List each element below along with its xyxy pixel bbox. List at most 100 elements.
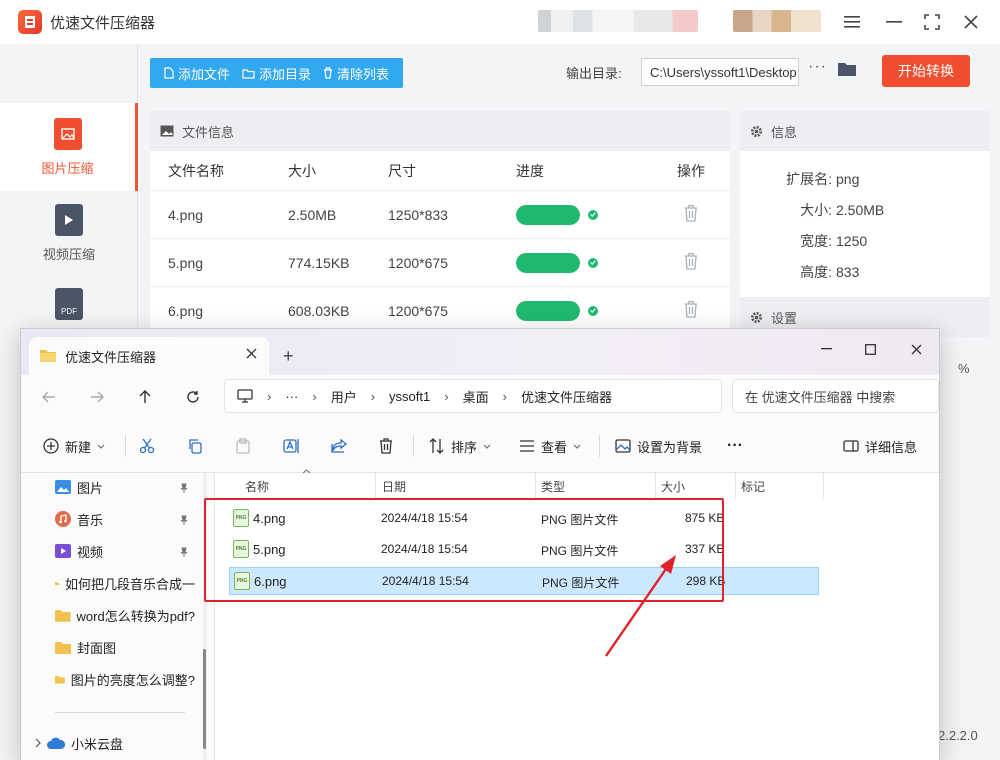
column-header-size[interactable]: 大小 [661, 473, 685, 499]
column-header-type[interactable]: 类型 [541, 473, 565, 499]
add-file-button[interactable]: 添加文件 [158, 64, 236, 83]
file-size: 875 KB [685, 511, 725, 525]
nav-item-pictures[interactable]: 图片 [55, 475, 195, 499]
nav-item-xiaomi-cloud[interactable]: 小米云盘 [35, 731, 185, 755]
app-toolbar: 添加文件 添加目录 清除列表 输出目录: C:\Users\yssoft1\De… [138, 44, 1000, 100]
sort-icon [429, 438, 444, 454]
file-size: 298 KB [686, 574, 726, 588]
view-button[interactable]: 查看 [519, 435, 581, 457]
up-arrow-icon[interactable] [135, 387, 155, 407]
info-size: 大小: 2.50MB [800, 201, 885, 218]
app-logo-icon [18, 10, 42, 34]
file-date: 2024/4/18 15:54 [381, 511, 468, 525]
folder-icon [55, 641, 71, 654]
tab-close-icon[interactable] [246, 348, 257, 359]
folder-icon [55, 675, 65, 683]
file-button-group: 添加文件 添加目录 清除列表 [150, 58, 404, 88]
new-tab-icon[interactable]: + [283, 337, 294, 375]
nav-item-folder[interactable]: 图片的亮度怎么调整? [55, 667, 195, 691]
forward-arrow-icon[interactable] [87, 387, 107, 407]
close-icon[interactable] [959, 10, 983, 34]
version-label: 2.2.2.0 [938, 728, 978, 743]
sidebar-item-video-compress[interactable]: 视频压缩 [0, 189, 138, 277]
add-directory-button[interactable]: 添加目录 [236, 64, 317, 83]
column-header-tags[interactable]: 标记 [741, 473, 765, 499]
new-button[interactable]: 新建 [43, 435, 105, 457]
pin-icon[interactable] [179, 515, 189, 525]
breadcrumb-item[interactable]: 桌面 [463, 387, 489, 406]
info-height: 高度: 833 [800, 263, 860, 280]
refresh-icon[interactable] [183, 387, 203, 407]
paste-icon [235, 435, 251, 457]
column-header-date[interactable]: 日期 [382, 473, 406, 499]
file-icon [164, 67, 174, 79]
sidebar-item-pdf-compress[interactable]: PDF [0, 274, 138, 324]
delete-icon[interactable] [379, 435, 393, 457]
monitor-icon [237, 389, 253, 403]
folder-icon[interactable] [837, 61, 857, 80]
share-icon[interactable] [331, 435, 347, 457]
breadcrumb-item[interactable]: 优速文件压缩器 [521, 387, 612, 406]
file-date: 2024/4/18 15:54 [382, 574, 469, 588]
file-name: 4.png [253, 511, 286, 526]
breadcrumb-item[interactable]: 用户 [331, 387, 357, 406]
file-list-item[interactable]: PNG 5.png 2024/4/18 15:54 PNG 图片文件 337 KB [229, 536, 819, 564]
cut-icon[interactable] [139, 435, 155, 457]
clear-list-button[interactable]: 清除列表 [317, 64, 395, 83]
details-pane-icon [843, 440, 859, 452]
delete-row-icon[interactable] [656, 300, 726, 321]
file-table-row[interactable]: 5.png 774.15KB 1200*675 [150, 239, 730, 287]
column-header-name[interactable]: 名称 [245, 473, 269, 499]
minimize-icon[interactable] [882, 10, 906, 34]
explorer-tab[interactable]: 优速文件压缩器 [29, 337, 269, 375]
minimize-icon[interactable] [811, 337, 841, 361]
file-table-row[interactable]: 4.png 2.50MB 1250*833 [150, 191, 730, 239]
file-list-item[interactable]: PNG 4.png 2024/4/18 15:54 PNG 图片文件 875 KB [229, 505, 819, 533]
gear-icon [751, 125, 762, 137]
file-type: PNG 图片文件 [541, 513, 619, 527]
nav-item-music[interactable]: 音乐 [55, 507, 195, 531]
pin-icon[interactable] [179, 483, 189, 493]
more-options-icon[interactable]: ··· [727, 435, 743, 457]
nav-item-folder[interactable]: 如何把几段音乐合成一 [55, 571, 195, 595]
delete-row-icon[interactable] [656, 204, 726, 225]
check-circle-icon [588, 257, 598, 268]
pdf-file-icon: PDF [55, 288, 83, 320]
back-arrow-icon[interactable] [39, 387, 59, 407]
sidebar-item-image-compress[interactable]: 图片压缩 [0, 103, 138, 191]
breadcrumb-more[interactable]: ··· [285, 389, 298, 404]
nav-scrollbar[interactable] [203, 473, 207, 760]
delete-row-icon[interactable] [656, 252, 726, 273]
maximize-icon[interactable] [855, 337, 885, 361]
rename-icon[interactable] [283, 435, 299, 457]
output-dir-field[interactable]: C:\Users\yssoft1\Desktop [641, 58, 799, 86]
set-background-button[interactable]: 设置为背景 [615, 435, 702, 457]
video-icon [55, 544, 71, 558]
view-list-icon [520, 440, 534, 452]
close-icon[interactable] [901, 337, 931, 361]
image-file-icon [53, 117, 82, 150]
image-icon [615, 439, 631, 453]
more-dots-icon[interactable]: ··· [808, 58, 827, 76]
file-dimensions: 1250*833 [388, 206, 448, 223]
breadcrumb-item[interactable]: yssoft1 [389, 389, 430, 404]
png-file-icon: PNG [233, 509, 249, 527]
file-name: 5.png [168, 254, 204, 271]
sort-button[interactable]: 排序 [429, 435, 491, 457]
details-button[interactable]: 详细信息 [843, 435, 917, 457]
nav-item-folder[interactable]: 封面图 [55, 635, 195, 659]
nav-item-folder[interactable]: word怎么转换为pdf? [55, 603, 195, 627]
search-input[interactable]: 在 优速文件压缩器 中搜索 [732, 379, 939, 413]
sidebar-item-label: 视频压缩 [42, 246, 95, 262]
file-name: 6.png [168, 302, 204, 319]
png-file-icon: PNG [234, 572, 250, 590]
music-icon [55, 511, 71, 527]
copy-icon[interactable] [187, 435, 203, 457]
fullscreen-icon[interactable] [920, 10, 944, 34]
nav-item-videos[interactable]: 视频 [55, 539, 195, 563]
pin-icon[interactable] [179, 547, 189, 557]
file-list-item[interactable]: PNG 6.png 2024/4/18 15:54 PNG 图片文件 298 KB [229, 567, 819, 595]
menu-icon[interactable] [840, 10, 864, 34]
breadcrumb[interactable]: › ··· › 用户 › yssoft1 › 桌面 › 优速文件压缩器 [224, 379, 722, 413]
start-convert-button[interactable]: 开始转换 [882, 55, 970, 87]
